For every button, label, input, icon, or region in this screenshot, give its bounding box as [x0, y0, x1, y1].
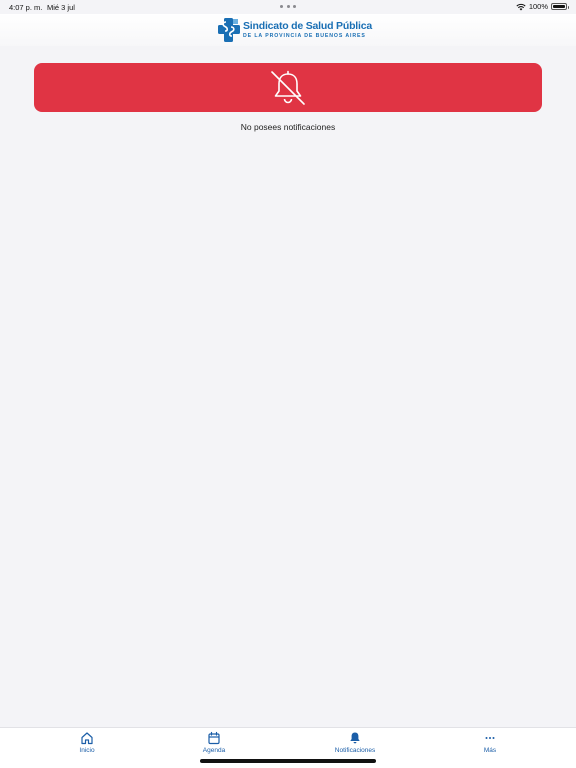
app-header: Sindicato de Salud Pública DE LA PROVINC… [0, 14, 576, 46]
tab-inicio[interactable]: Inicio [47, 731, 127, 754]
bell-slash-icon [271, 70, 305, 105]
more-icon [485, 737, 495, 739]
empty-notifications-message: No posees notificaciones [240, 122, 336, 132]
home-icon [81, 732, 93, 745]
logo-mark-icon [218, 18, 240, 42]
home-indicator[interactable] [200, 759, 376, 763]
calendar-icon [208, 731, 220, 745]
empty-notifications-banner [34, 63, 542, 112]
status-indicators: 100% [516, 2, 569, 11]
logo-title: Sindicato de Salud Pública [243, 20, 372, 33]
logo-subtitle: DE LA PROVINCIA DE BUENOS AIRES [243, 32, 366, 39]
tab-notificaciones[interactable]: Notificaciones [315, 731, 395, 754]
battery-icon [551, 3, 569, 10]
tab-agenda[interactable]: Agenda [174, 731, 254, 754]
wifi-icon [516, 3, 526, 11]
status-bar: 4:07 p. m. Mié 3 jul 100% [0, 0, 576, 14]
tab-label: Agenda [202, 747, 226, 754]
tab-label: Notificaciones [334, 747, 376, 754]
tab-label: Más [483, 747, 497, 754]
bell-icon [350, 732, 360, 744]
tab-mas[interactable]: Más [450, 731, 530, 754]
battery-level [553, 5, 565, 8]
multitasking-dots-icon[interactable] [280, 5, 296, 9]
status-time: 4:07 p. m. [9, 3, 43, 12]
union-logo: Sindicato de Salud Pública DE LA PROVINC… [218, 17, 372, 43]
battery-percentage: 100% [528, 2, 548, 11]
notifications-screen: 4:07 p. m. Mié 3 jul 100% Sindicato de S… [0, 0, 576, 768]
status-date: Mié 3 jul [47, 3, 75, 12]
tab-label: Inicio [79, 747, 95, 754]
